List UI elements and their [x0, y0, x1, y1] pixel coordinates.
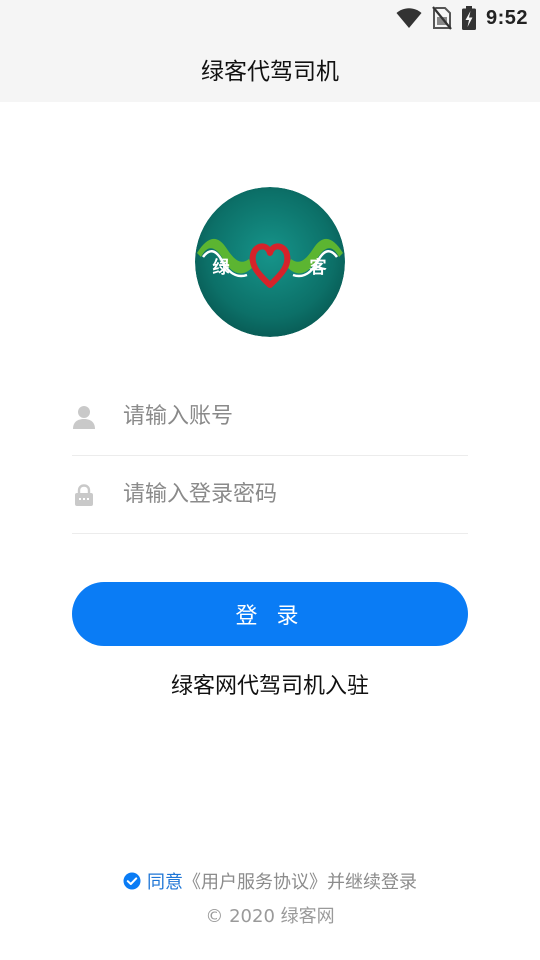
wifi-icon — [396, 8, 422, 29]
driver-register-link[interactable]: 绿客网代驾司机入驻 — [0, 668, 540, 704]
password-field — [72, 456, 468, 534]
password-input[interactable] — [123, 474, 468, 515]
lock-icon — [72, 483, 96, 507]
battery-charging-icon — [461, 6, 476, 30]
user-agreement-link[interactable]: 《用户服务协议》 — [183, 868, 327, 894]
status-bar: 9:52 — [0, 0, 540, 36]
login-button[interactable]: 登 录 — [72, 582, 468, 646]
no-sim-icon — [432, 6, 452, 30]
logo-right-char: 客 — [309, 257, 328, 278]
logo-left-char: 绿 — [213, 257, 231, 278]
account-input[interactable] — [123, 396, 468, 437]
check-circle-icon[interactable] — [123, 872, 141, 890]
copyright-text: © 2020 绿客网 — [205, 906, 335, 927]
account-field — [72, 378, 468, 456]
status-icons: 9:52 — [396, 5, 528, 31]
app-header: 绿客代驾司机 — [0, 36, 540, 102]
app-logo: 绿 客 — [195, 187, 345, 337]
page-title: 绿客代驾司机 — [201, 59, 339, 85]
agreement-tail: 并继续登录 — [327, 872, 417, 893]
agreement-row: 同意 《用户服务协议》 并继续登录 — [0, 866, 540, 896]
agree-label: 同意 — [147, 872, 183, 893]
user-icon — [72, 405, 96, 429]
status-time: 9:52 — [485, 6, 528, 29]
